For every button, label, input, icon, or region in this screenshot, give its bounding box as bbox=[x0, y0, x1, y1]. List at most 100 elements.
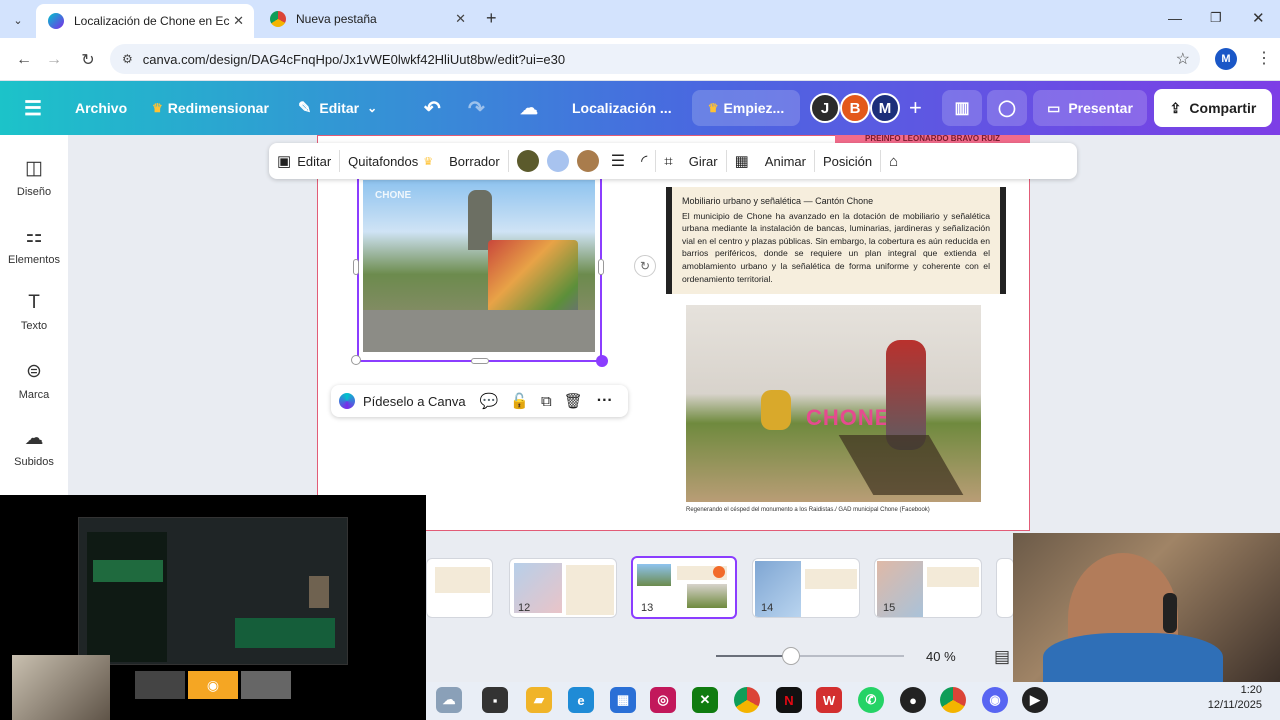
borrador-button[interactable]: Borrador bbox=[441, 143, 508, 179]
add-collaborator-icon[interactable]: + bbox=[909, 81, 922, 135]
sidebar-item-subidos[interactable]: ☁ Subidos bbox=[0, 414, 68, 480]
bookmark-star-icon[interactable]: ☆ bbox=[1176, 49, 1190, 69]
corner-rounding-icon[interactable]: ◜ bbox=[633, 143, 655, 179]
comments-icon[interactable]: ◯ bbox=[987, 90, 1027, 126]
new-tab-button[interactable]: + bbox=[486, 8, 497, 29]
sidebar-item-texto[interactable]: T Texto bbox=[0, 279, 68, 345]
selection-frame[interactable] bbox=[357, 176, 602, 362]
xbox-icon[interactable]: ✕ bbox=[692, 687, 718, 713]
browser-menu-icon[interactable]: ⋮ bbox=[1256, 48, 1272, 68]
redimensionar-button[interactable]: ♛ Redimensionar bbox=[152, 81, 269, 135]
workers-photo[interactable]: CHONE bbox=[686, 305, 981, 502]
page-thumbnail[interactable]: 12 bbox=[509, 558, 617, 618]
close-tab-icon[interactable]: ✕ bbox=[233, 13, 244, 29]
page-thumbnail-current[interactable]: 13 bbox=[631, 556, 737, 619]
resize-handle[interactable] bbox=[351, 355, 361, 365]
resize-handle[interactable] bbox=[596, 355, 608, 367]
widgets-icon[interactable]: ☁ bbox=[436, 687, 462, 713]
restore-icon[interactable]: ❐ bbox=[1210, 10, 1222, 26]
wps-icon[interactable]: W bbox=[816, 687, 842, 713]
rotate-icon[interactable]: ↻ bbox=[634, 255, 656, 277]
transparency-icon[interactable]: ▦ bbox=[727, 143, 757, 179]
grid-view-icon[interactable]: ▤ bbox=[994, 647, 1010, 667]
color-swatch[interactable] bbox=[516, 150, 539, 172]
chrome-profile-icon[interactable] bbox=[940, 687, 966, 713]
compartir-button[interactable]: ⇪ Compartir bbox=[1154, 89, 1272, 127]
girar-button[interactable]: Girar bbox=[681, 143, 726, 179]
color-swatch[interactable] bbox=[576, 150, 599, 172]
hamburger-menu-icon[interactable]: ☰ bbox=[24, 81, 42, 135]
resize-handle[interactable] bbox=[598, 259, 604, 275]
netflix-icon[interactable]: N bbox=[776, 687, 802, 713]
page-thumbnail[interactable] bbox=[426, 558, 493, 618]
thumb-number: 13 bbox=[641, 602, 654, 614]
edit-image-button[interactable]: ▣ Editar bbox=[269, 143, 339, 179]
undo-icon[interactable]: ↶ bbox=[424, 81, 441, 135]
forward-icon[interactable]: → bbox=[42, 48, 66, 72]
collaborator-avatar[interactable]: M bbox=[870, 93, 900, 123]
window-close-icon[interactable]: ✕ bbox=[1252, 9, 1265, 27]
media-player-icon[interactable]: ▶ bbox=[1022, 687, 1048, 713]
chrome-icon[interactable] bbox=[734, 687, 760, 713]
quitafondos-button[interactable]: Quitafondos ♛ bbox=[340, 143, 441, 179]
resize-handle[interactable] bbox=[471, 358, 489, 364]
zoom-level[interactable]: 40 % bbox=[926, 649, 956, 664]
page-thumbnail[interactable]: 14 bbox=[752, 558, 860, 618]
lock-icon[interactable]: 🔓 bbox=[510, 392, 529, 410]
instagram-icon[interactable]: ◎ bbox=[650, 687, 676, 713]
archivo-menu[interactable]: Archivo bbox=[75, 81, 127, 135]
posicion-button[interactable]: Posición bbox=[815, 143, 880, 179]
tab-nueva-pestana[interactable]: Nueva pestaña ✕ bbox=[258, 0, 476, 38]
crop-icon[interactable]: ⌗ bbox=[656, 143, 680, 179]
color-swatch[interactable] bbox=[546, 150, 569, 172]
pideselo-button[interactable]: Pídeselo a Canva bbox=[363, 394, 466, 409]
thumb-number: 14 bbox=[761, 602, 774, 614]
document-title[interactable]: Localización ... bbox=[572, 81, 672, 135]
presentar-button[interactable]: ▭ Presentar bbox=[1033, 90, 1147, 126]
back-icon[interactable]: ← bbox=[12, 48, 36, 72]
sidebar-item-diseno[interactable]: ◫ Diseño bbox=[0, 144, 68, 210]
tab-localizacion[interactable]: Localización de Chone en Ecua ✕ bbox=[36, 4, 254, 38]
editar-label: Editar bbox=[319, 100, 360, 116]
comment-add-icon[interactable]: 💬 bbox=[480, 392, 499, 410]
recording-app-icon[interactable]: ● bbox=[900, 687, 926, 713]
mobiliario-text-box[interactable]: Mobiliario urbano y señalética — Cantón … bbox=[666, 187, 1006, 294]
collaborator-avatar[interactable]: J bbox=[810, 93, 840, 123]
sidebar-item-marca[interactable]: ⊜ Marca bbox=[0, 347, 68, 413]
task-view-icon[interactable]: ▪ bbox=[482, 687, 508, 713]
clock-time[interactable]: 1:20 bbox=[1200, 684, 1262, 696]
edge-icon[interactable]: e bbox=[568, 687, 594, 713]
more-options-icon[interactable]: ··· bbox=[597, 392, 613, 410]
page-thumbnail[interactable]: 15 bbox=[874, 558, 982, 618]
thumb-preview bbox=[805, 569, 857, 589]
discord-taskbar-icon[interactable]: ◉ bbox=[982, 687, 1008, 713]
close-tab-icon[interactable]: ✕ bbox=[455, 11, 466, 27]
thumb-number: 15 bbox=[883, 602, 896, 614]
page-thumbnail[interactable] bbox=[996, 558, 1014, 618]
tab-search-icon[interactable]: ⌄ bbox=[8, 10, 28, 30]
minimize-icon[interactable]: — bbox=[1168, 10, 1182, 26]
store-icon[interactable]: ▦ bbox=[610, 687, 636, 713]
address-input[interactable]: ⚙ canva.com/design/DAG4cFnqHpo/Jx1vWE0lw… bbox=[110, 44, 1200, 74]
duplicate-icon[interactable]: ⧉ bbox=[541, 393, 552, 410]
cloud-save-icon[interactable]: ☁ bbox=[520, 81, 538, 135]
editar-menu[interactable]: ✎ Editar ⌄ bbox=[298, 81, 377, 135]
whatsapp-icon[interactable]: ✆ bbox=[858, 687, 884, 713]
border-style-icon[interactable]: ☰ bbox=[603, 143, 633, 179]
profile-avatar[interactable]: M bbox=[1215, 48, 1237, 70]
sidebar-item-elementos[interactable]: ⚏ Elementos bbox=[0, 212, 68, 278]
file-explorer-icon[interactable]: ▰ bbox=[526, 687, 552, 713]
empiezo-button[interactable]: ♛ Empiez... bbox=[692, 90, 800, 126]
collaborator-avatar[interactable]: B bbox=[840, 93, 870, 123]
slide-header-ribbon: PREINFO LEONARDO BRAVO RUIZ bbox=[835, 135, 1030, 143]
copy-style-icon[interactable]: ⌂ bbox=[881, 143, 906, 179]
insights-chart-icon[interactable]: ▥ bbox=[942, 90, 982, 126]
site-info-icon[interactable]: ⚙ bbox=[122, 52, 133, 66]
resize-handle[interactable] bbox=[353, 259, 359, 275]
clock-date[interactable]: 12/11/2025 bbox=[1190, 699, 1262, 711]
animar-button[interactable]: Animar bbox=[757, 143, 814, 179]
trash-icon[interactable]: 🗑 bbox=[564, 392, 583, 410]
zoom-slider-knob[interactable] bbox=[782, 647, 801, 665]
redo-icon[interactable]: ↷ bbox=[468, 81, 485, 135]
reload-icon[interactable]: ↻ bbox=[76, 48, 100, 72]
